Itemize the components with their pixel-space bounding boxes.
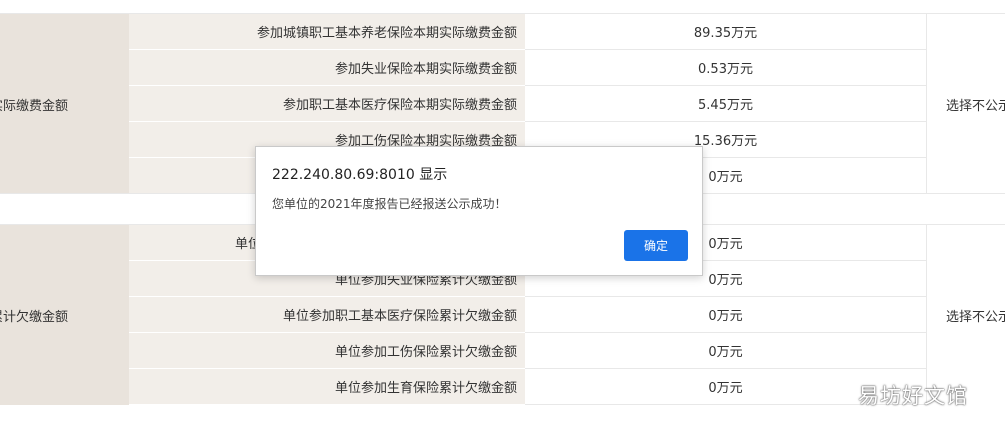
table-row: 单位参加生育保险累计欠缴金额 0万元 [129, 369, 926, 405]
row-value: 0万元 [525, 297, 926, 333]
row-value: 0.53万元 [525, 50, 926, 86]
row-value: 0万元 [525, 333, 926, 369]
arrears-section-label-cell: 累计欠缴金额 [0, 225, 130, 405]
watermark: 易坊好文馆 [858, 384, 968, 408]
row-name: 参加城镇职工基本养老保险本期实际缴费金额 [129, 14, 525, 50]
row-name: 单位参加工伤保险累计欠缴金额 [129, 333, 525, 369]
arrears-publicity-text: 选择不公示 [946, 309, 1005, 325]
table-row: 单位参加工伤保险累计欠缴金额 0万元 [129, 333, 926, 369]
row-name: 单位参加职工基本医疗保险累计欠缴金额 [129, 297, 525, 333]
arrears-section-label: 累计欠缴金额 [0, 309, 69, 325]
dialog-title: 222.240.80.69:8010 显示 [272, 167, 448, 183]
table-row: 单位参加职工基本医疗保险累计欠缴金额 0万元 [129, 297, 926, 333]
table-row: 参加职工基本医疗保险本期实际缴费金额 5.45万元 [129, 86, 926, 122]
alert-dialog: 222.240.80.69:8010 显示 您单位的2021年度报告已经报送公示… [255, 146, 703, 276]
paid-publicity-cell: 选择不公示 [926, 14, 1005, 194]
table-row: 参加城镇职工基本养老保险本期实际缴费金额 89.35万元 [129, 14, 926, 50]
dialog-message: 您单位的2021年度报告已经报送公示成功！ [272, 197, 507, 211]
row-name: 参加失业保险本期实际缴费金额 [129, 50, 525, 86]
table-row: 参加失业保险本期实际缴费金额 0.53万元 [129, 50, 926, 86]
row-name: 参加职工基本医疗保险本期实际缴费金额 [129, 86, 525, 122]
paid-section-label-cell: 实际缴费金额 [0, 14, 130, 194]
arrears-publicity-cell: 选择不公示 [926, 225, 1005, 405]
row-value: 89.35万元 [525, 14, 926, 50]
row-value: 5.45万元 [525, 86, 926, 122]
paid-publicity-text: 选择不公示 [946, 98, 1005, 114]
ok-button[interactable]: 确定 [624, 230, 688, 261]
row-name: 单位参加生育保险累计欠缴金额 [129, 369, 525, 405]
paid-section-label: 实际缴费金额 [0, 98, 69, 114]
